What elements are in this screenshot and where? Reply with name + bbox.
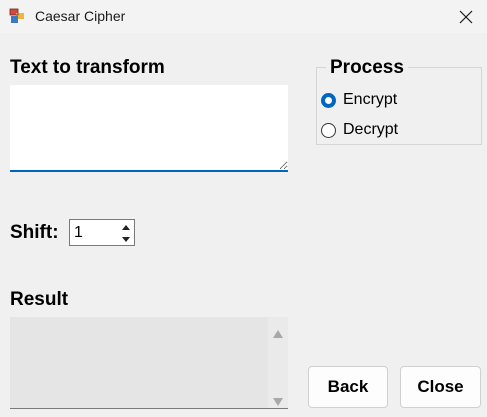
shift-label: Shift:	[10, 222, 59, 243]
radio-checked-icon	[321, 92, 336, 108]
close-button[interactable]: Close	[400, 366, 481, 408]
shift-stepper[interactable]: 1	[69, 219, 135, 246]
decrypt-label: Decrypt	[343, 121, 399, 138]
decrypt-radio[interactable]: Decrypt	[321, 121, 398, 139]
result-scrollbar[interactable]	[268, 317, 288, 408]
scroll-down-arrow-icon[interactable]	[273, 393, 283, 406]
shift-value[interactable]: 1	[74, 224, 83, 242]
result-label: Result	[10, 289, 69, 310]
title-bar: Caesar Cipher	[0, 0, 487, 33]
encrypt-label: Encrypt	[343, 91, 398, 108]
chevron-up-icon[interactable]	[117, 221, 134, 233]
app-window-icon	[9, 8, 25, 24]
input-label: Text to transform	[10, 57, 165, 78]
scroll-up-arrow-icon[interactable]	[273, 325, 283, 338]
window-title: Caesar Cipher	[35, 8, 126, 24]
back-button[interactable]: Back	[308, 366, 388, 408]
chevron-down-icon[interactable]	[117, 233, 134, 245]
radio-unchecked-icon	[321, 122, 336, 138]
text-input[interactable]	[10, 85, 288, 172]
result-output[interactable]	[10, 317, 288, 409]
process-legend: Process	[326, 57, 408, 79]
encrypt-radio[interactable]: Encrypt	[321, 91, 397, 109]
close-icon[interactable]	[455, 6, 477, 28]
